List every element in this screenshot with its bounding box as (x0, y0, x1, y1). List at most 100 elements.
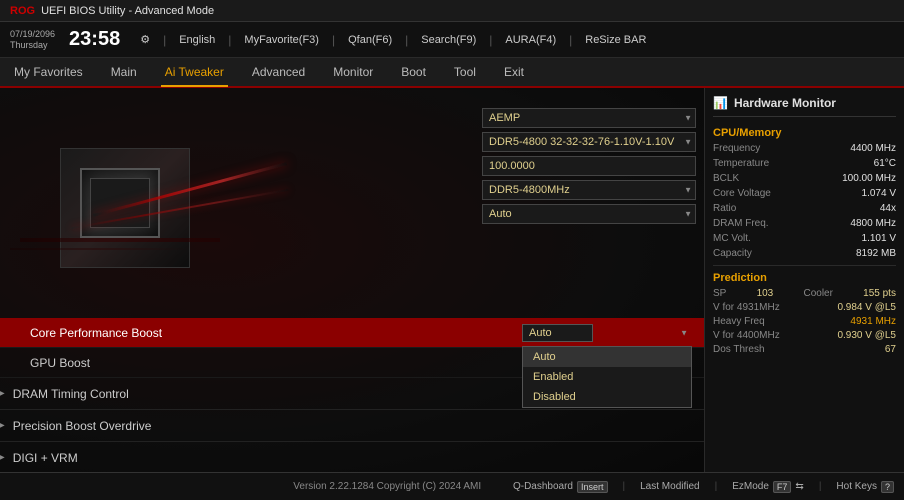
dram-timing-label: DRAM Timing Control (13, 387, 129, 401)
digi-expand-icon: ▶ (0, 452, 5, 463)
freq-label: Frequency (713, 143, 802, 154)
pred-row-heavy: Heavy Freq 4931 MHz (713, 316, 896, 327)
nav-tool[interactable]: Tool (450, 58, 480, 86)
core-perf-boost-label: Core Performance Boost (30, 326, 522, 340)
capacity-label: Capacity (713, 248, 802, 259)
main-content: AEMP XMP Manual DDR5-4800 32-32-32-76-1.… (0, 88, 904, 472)
pred-row-1: SP 103 Cooler 155 pts (713, 288, 896, 299)
date-display: 07/19/2096 (10, 29, 55, 40)
auto1-select[interactable]: Auto Manual (482, 204, 696, 224)
pred-row-dos: Dos Thresh 67 (713, 344, 896, 355)
copyright-text: Version 2.22.1284 Copyright (C) 2024 AMI (261, 481, 512, 492)
nav-monitor[interactable]: Monitor (329, 58, 377, 86)
mc-volt-label: MC Volt. (713, 233, 802, 244)
capacity-value: 8192 MB (808, 248, 897, 259)
time-display: 23:58 (69, 28, 120, 51)
myfavorites-button[interactable]: MyFavorite(F3) (244, 34, 319, 46)
heavy-freq-label: Heavy Freq (713, 316, 765, 327)
ratio-value: 44x (808, 203, 897, 214)
left-panel: AEMP XMP Manual DDR5-4800 32-32-32-76-1.… (0, 88, 704, 472)
cooler-value: 155 pts (863, 288, 896, 299)
bclk-input[interactable] (482, 156, 696, 176)
boost-popup: Auto Enabled Disabled (522, 346, 692, 408)
settings-button[interactable]: ⚙ (140, 33, 150, 46)
cpu-socket (60, 148, 200, 278)
settings-overlay: AEMP XMP Manual DDR5-4800 32-32-32-76-1.… (474, 98, 704, 234)
day-display: Thursday (10, 40, 48, 51)
boost-option-auto[interactable]: Auto (523, 347, 691, 367)
freq-row: DDR5-4800MHz (482, 180, 696, 200)
bclk-value: 100.00 MHz (808, 173, 897, 184)
dos-thresh-value: 67 (885, 344, 896, 355)
last-modified-button[interactable]: Last Modified (640, 481, 699, 492)
core-perf-boost-select[interactable]: Auto Enabled Disabled (522, 324, 593, 342)
nav-bar: My Favorites Main Ai Tweaker Advanced Mo… (0, 58, 904, 88)
title-text: UEFI BIOS Utility - Advanced Mode (41, 5, 214, 17)
qfan-button[interactable]: Qfan(F6) (348, 34, 392, 46)
nav-exit[interactable]: Exit (500, 58, 528, 86)
hw-divider (713, 265, 896, 266)
v4400-value: 0.930 V @L5 (837, 330, 896, 341)
freq-value: 4400 MHz (808, 143, 897, 154)
search-button[interactable]: Search(F9) (421, 34, 476, 46)
ddr5-select[interactable]: DDR5-4800 32-32-32-76-1.10V-1.10V (482, 132, 696, 152)
aemp-row: AEMP XMP Manual (482, 108, 696, 128)
nav-main[interactable]: Main (107, 58, 141, 86)
precision-expand-icon: ▶ (0, 420, 5, 431)
last-modified-label: Last Modified (640, 481, 699, 492)
status-buttons: Q-Dashboard Insert | Last Modified | EzM… (513, 481, 894, 493)
hw-monitor-title: 📊 Hardware Monitor (713, 96, 896, 117)
hw-monitor-label: Hardware Monitor (734, 96, 836, 110)
ez-mode-button[interactable]: EzMode F7 ⇆ (732, 481, 804, 493)
aemp-select[interactable]: AEMP XMP Manual (482, 108, 696, 128)
motherboard-image: AEMP XMP Manual DDR5-4800 32-32-32-76-1.… (0, 88, 704, 472)
aura-button[interactable]: AURA(F4) (505, 34, 556, 46)
prediction-title: Prediction (713, 272, 896, 284)
status-sep-3: | (819, 481, 822, 492)
status-sep-2: | (715, 481, 718, 492)
nav-my-favorites[interactable]: My Favorites (10, 58, 87, 86)
status-bar: Version 2.22.1284 Copyright (C) 2024 AMI… (0, 472, 904, 500)
dram-freq-label: DRAM Freq. (713, 218, 802, 229)
right-panel: 📊 Hardware Monitor CPU/Memory Frequency … (704, 88, 904, 472)
temp-value: 61°C (808, 158, 897, 169)
core-perf-boost-row[interactable]: Core Performance Boost Auto Enabled Disa… (0, 318, 704, 348)
cpu-memory-grid: Frequency 4400 MHz Temperature 61°C BCLK… (713, 143, 896, 259)
language-button[interactable]: English (179, 34, 215, 46)
cpu-memory-title: CPU/Memory (713, 127, 896, 139)
nav-advanced[interactable]: Advanced (248, 58, 309, 86)
hot-keys-key: ? (881, 481, 894, 493)
pred-row-2: V for 4931MHz 0.984 V @L5 (713, 302, 896, 313)
v4400-label: V for 4400MHz (713, 330, 780, 341)
freq-select[interactable]: DDR5-4800MHz (482, 180, 696, 200)
v4931-label: V for 4931MHz (713, 302, 780, 313)
nav-boot[interactable]: Boot (397, 58, 430, 86)
top-bar: 07/19/2096 Thursday 23:58 ⚙ | English | … (0, 22, 904, 58)
ez-mode-key: F7 (773, 481, 792, 493)
resizebar-button[interactable]: ReSize BAR (585, 34, 646, 46)
ddr5-row: DDR5-4800 32-32-32-76-1.10V-1.10V (482, 132, 696, 152)
hot-keys-button[interactable]: Hot Keys ? (836, 481, 894, 493)
hot-keys-label: Hot Keys (836, 481, 877, 492)
precision-boost-label: Precision Boost Overdrive (13, 419, 152, 433)
nav-ai-tweaker[interactable]: Ai Tweaker (161, 59, 228, 87)
precision-boost-row[interactable]: ▶ Precision Boost Overdrive (0, 410, 704, 442)
boost-option-enabled[interactable]: Enabled (523, 367, 691, 387)
q-dashboard-button[interactable]: Q-Dashboard Insert (513, 481, 608, 493)
auto1-row: Auto Manual (482, 204, 696, 224)
pred-row-3: V for 4400MHz 0.930 V @L5 (713, 330, 896, 341)
dram-freq-value: 4800 MHz (808, 218, 897, 229)
digi-vrm-row[interactable]: ▶ DIGI + VRM (0, 442, 704, 472)
heavy-freq-value: 4931 MHz (850, 316, 896, 327)
temp-label: Temperature (713, 158, 802, 169)
dram-expand-icon: ▶ (0, 388, 5, 399)
boost-option-disabled[interactable]: Disabled (523, 387, 691, 407)
status-sep-1: | (623, 481, 626, 492)
v4931-value: 0.984 V @L5 (837, 302, 896, 313)
ratio-label: Ratio (713, 203, 802, 214)
sp-value: 103 (757, 288, 774, 299)
rog-logo: ROG (10, 5, 35, 17)
left-settings: Core Performance Boost Auto Enabled Disa… (0, 318, 704, 472)
digi-vrm-label: DIGI + VRM (13, 451, 78, 465)
bclk-label: BCLK (713, 173, 802, 184)
